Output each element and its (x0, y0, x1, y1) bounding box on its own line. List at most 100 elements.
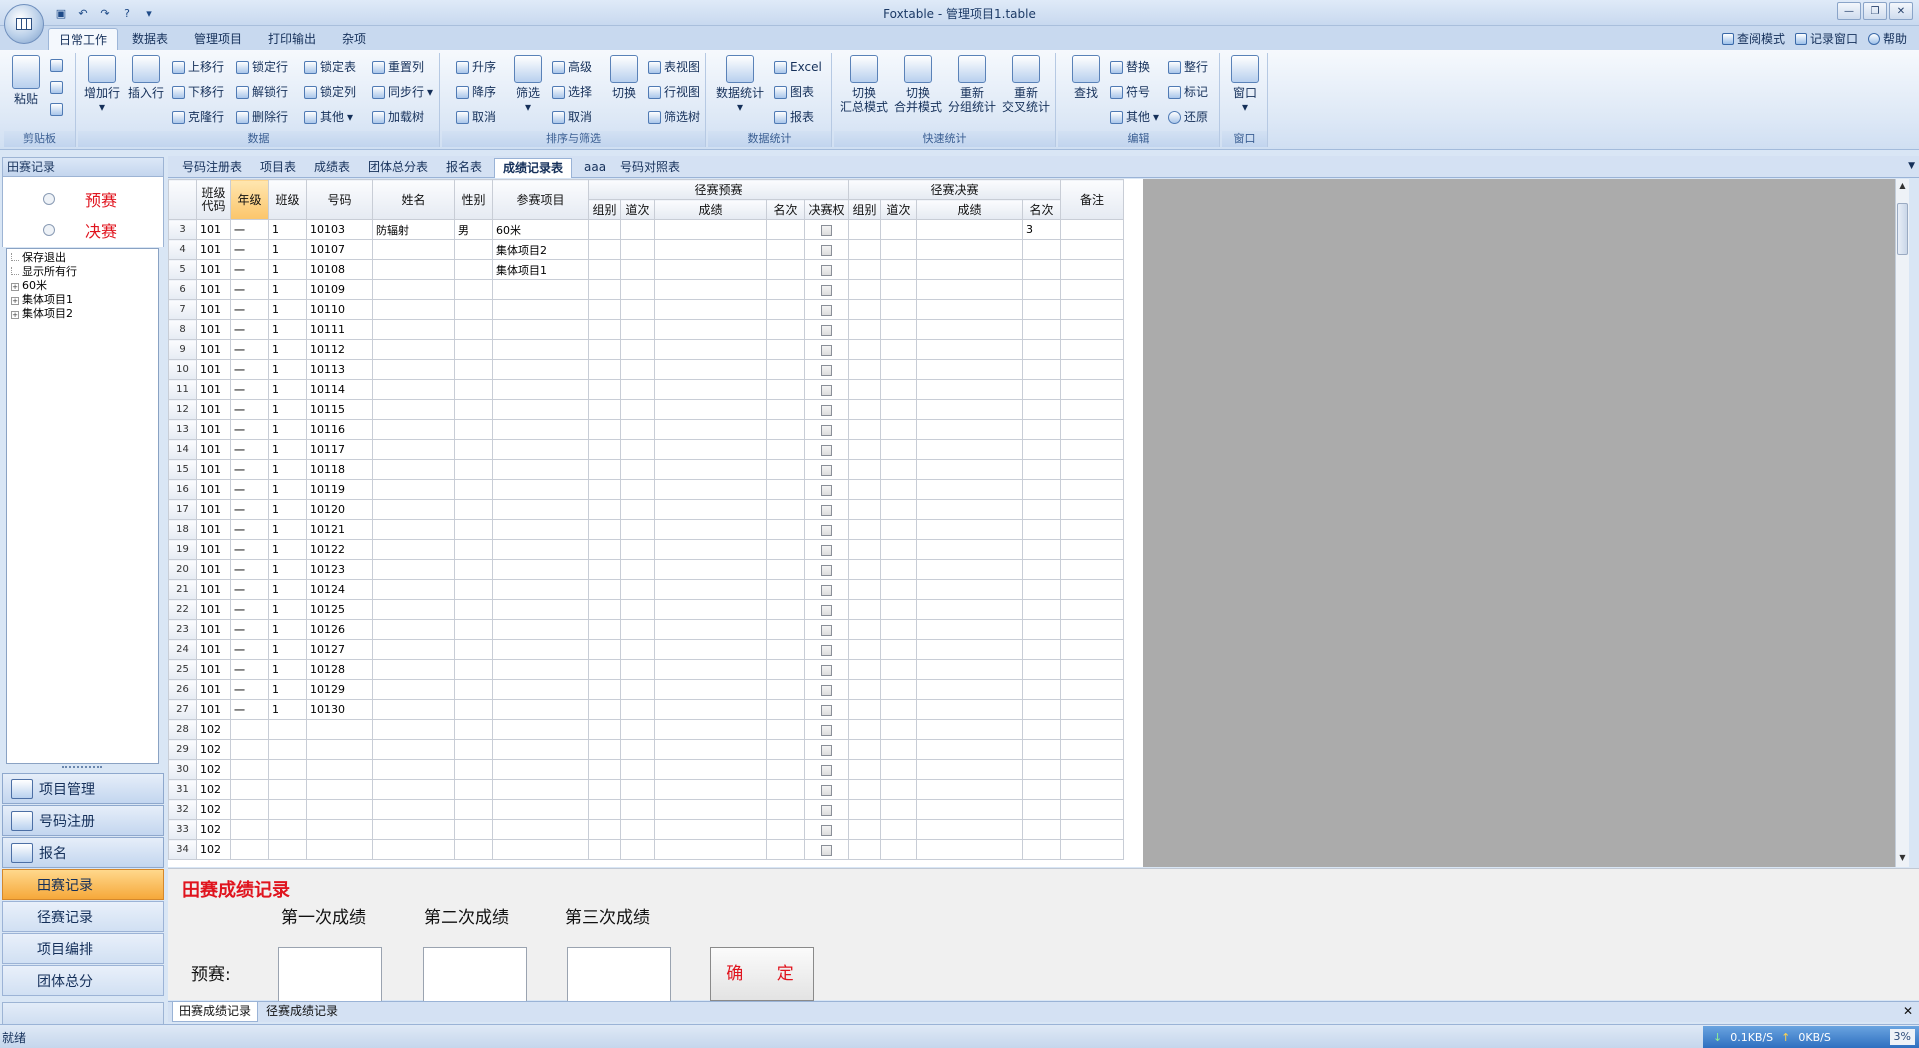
cell-fscore[interactable] (916, 659, 1023, 680)
cell-name[interactable] (372, 599, 455, 620)
cell-name[interactable] (372, 319, 455, 340)
cell-cls[interactable]: 1 (268, 479, 307, 500)
cell-num[interactable]: 10126 (306, 619, 373, 640)
tab-field-score[interactable]: 田赛成绩记录 (172, 1002, 259, 1022)
cell-cls[interactable]: 1 (268, 459, 307, 480)
cell-cls[interactable]: 1 (268, 239, 307, 260)
cell-name[interactable] (372, 699, 455, 720)
insert-row-button[interactable]: 插入行 (124, 55, 168, 100)
qualify-checkbox[interactable] (821, 324, 832, 336)
cell-event[interactable] (492, 759, 589, 780)
qualify-checkbox[interactable] (821, 744, 832, 756)
cell-qualify[interactable] (804, 719, 849, 740)
cell-frank[interactable] (1022, 619, 1061, 640)
cell-remark[interactable] (1060, 279, 1124, 300)
cell-fgroup[interactable] (848, 419, 881, 440)
cell-rn[interactable]: 16 (168, 479, 197, 500)
tab-track-score[interactable]: 径赛成绩记录 (260, 1002, 344, 1022)
cell-fgroup[interactable] (848, 699, 881, 720)
cell-event[interactable] (492, 599, 589, 620)
cell-num[interactable]: 10111 (306, 319, 373, 340)
window-button[interactable]: 窗口 ▾ (1225, 55, 1265, 114)
cell-qualify[interactable] (804, 239, 849, 260)
table-row[interactable]: 23 101 一 1 10126 (168, 619, 1124, 640)
cell-fgroup[interactable] (848, 399, 881, 420)
paste-button[interactable]: 粘贴 (6, 55, 46, 106)
lock-column-button[interactable]: 锁定列 (304, 82, 356, 102)
reset-columns-button[interactable]: 重置列 (372, 57, 424, 77)
cell-rn[interactable]: 8 (168, 319, 197, 340)
cell-fscore[interactable] (916, 719, 1023, 740)
table-view-button[interactable]: 表视图 (648, 57, 700, 77)
second-score-input[interactable] (423, 947, 527, 1003)
tab-number-register[interactable]: 号码注册表 (174, 158, 250, 178)
cell-event[interactable] (492, 519, 589, 540)
cell-pscore[interactable] (654, 679, 767, 700)
cell-fgroup[interactable] (848, 219, 881, 240)
cell-code[interactable]: 101 (196, 439, 231, 460)
cell-fgroup[interactable] (848, 559, 881, 580)
cell-frank[interactable] (1022, 599, 1061, 620)
cell-gender[interactable] (454, 279, 493, 300)
tab-score[interactable]: 成绩表 (306, 158, 358, 178)
expand-plus-icon[interactable]: + (11, 283, 19, 291)
cell-code[interactable]: 101 (196, 419, 231, 440)
table-row[interactable]: 22 101 一 1 10125 (168, 599, 1124, 620)
clone-row-button[interactable]: 克隆行 (172, 107, 224, 127)
cell-num[interactable]: 10123 (306, 559, 373, 580)
cell-fscore[interactable] (916, 619, 1023, 640)
cell-cls[interactable] (268, 839, 307, 860)
ribbon-tab-datatable[interactable]: 数据表 (122, 28, 178, 50)
cell-gender[interactable] (454, 439, 493, 460)
col-grade[interactable]: 年级 (230, 179, 269, 220)
cell-fgroup[interactable] (848, 579, 881, 600)
cell-pgroup[interactable] (588, 679, 621, 700)
qualify-checkbox[interactable] (821, 584, 832, 596)
cell-fgroup[interactable] (848, 499, 881, 520)
cell-code[interactable]: 101 (196, 539, 231, 560)
radio-final[interactable]: 决赛 (43, 218, 117, 242)
cell-rn[interactable]: 21 (168, 579, 197, 600)
cell-event[interactable]: 集体项目2 (492, 239, 589, 260)
col-prelim-score[interactable]: 成绩 (654, 199, 767, 220)
cell-code[interactable]: 101 (196, 499, 231, 520)
cell-gender[interactable] (454, 579, 493, 600)
cell-fscore[interactable] (916, 519, 1023, 540)
cell-name[interactable] (372, 239, 455, 260)
move-down-button[interactable]: 下移行 (172, 82, 224, 102)
tab-project[interactable]: 项目表 (252, 158, 304, 178)
cell-fgroup[interactable] (848, 839, 881, 860)
cell-plane[interactable] (620, 419, 655, 440)
cell-name[interactable] (372, 339, 455, 360)
cell-num[interactable]: 10116 (306, 419, 373, 440)
cell-grade[interactable]: 一 (230, 539, 269, 560)
cell-frank[interactable] (1022, 399, 1061, 420)
cell-pgroup[interactable] (588, 839, 621, 860)
cell-remark[interactable] (1060, 599, 1124, 620)
table-row[interactable]: 33 102 (168, 819, 1124, 840)
cell-code[interactable]: 101 (196, 619, 231, 640)
cell-pgroup[interactable] (588, 759, 621, 780)
record-window-link[interactable]: 记录窗口 (1794, 30, 1858, 47)
cell-pgroup[interactable] (588, 699, 621, 720)
qualify-checkbox[interactable] (821, 344, 832, 356)
cell-plane[interactable] (620, 799, 655, 820)
tab-team-total[interactable]: 团体总分表 (360, 158, 436, 178)
cell-num[interactable]: 10125 (306, 599, 373, 620)
cell-event[interactable] (492, 739, 589, 760)
cell-pgroup[interactable] (588, 539, 621, 560)
cell-plane[interactable] (620, 439, 655, 460)
cell-code[interactable]: 101 (196, 219, 231, 240)
qualify-checkbox[interactable] (821, 244, 832, 256)
table-row[interactable]: 17 101 一 1 10120 (168, 499, 1124, 520)
col-remark[interactable]: 备注 (1060, 179, 1124, 220)
cell-event[interactable] (492, 539, 589, 560)
qualify-checkbox[interactable] (821, 624, 832, 636)
advanced-filter-button[interactable]: 高级 (552, 57, 592, 77)
cell-code[interactable]: 101 (196, 699, 231, 720)
filter-button[interactable]: 筛选 ▾ (508, 55, 548, 114)
cell-grade[interactable]: 一 (230, 579, 269, 600)
cell-qualify[interactable] (804, 299, 849, 320)
cell-name[interactable] (372, 579, 455, 600)
table-row[interactable]: 34 102 (168, 839, 1124, 860)
